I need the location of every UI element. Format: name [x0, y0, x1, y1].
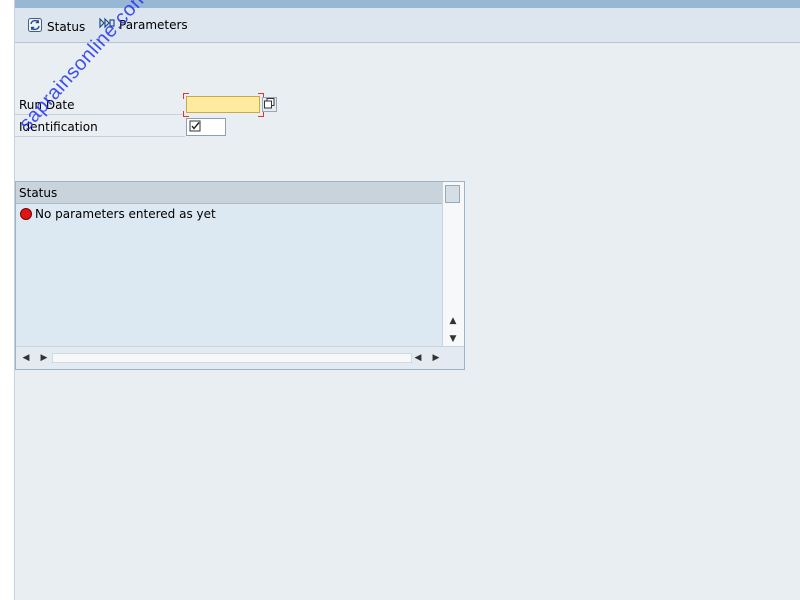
status-button-label: Status — [47, 19, 86, 34]
refresh-status-icon — [27, 17, 43, 36]
left-margin-strip — [0, 0, 15, 600]
red-status-icon — [20, 208, 32, 220]
scroll-up-arrow-icon[interactable]: ▲ — [447, 315, 459, 327]
value-help-icon — [264, 97, 275, 112]
status-panel: Status No parameters entered as yet ▲ ▼ … — [15, 181, 465, 370]
scroll-left-arrow-icon[interactable]: ◀ — [20, 351, 32, 365]
scroll-right-end-arrow-icon[interactable]: ▶ — [430, 351, 442, 365]
scroll-right-arrow-icon[interactable]: ▶ — [38, 351, 50, 365]
identification-label-underline — [15, 136, 185, 137]
status-message-row[interactable]: No parameters entered as yet — [20, 207, 216, 221]
scroll-down-arrow-icon[interactable]: ▼ — [447, 333, 459, 345]
vertical-scroll-thumb[interactable] — [445, 185, 460, 203]
status-column-header[interactable]: Status — [16, 182, 442, 204]
vertical-scrollbar[interactable]: ▲ ▼ — [442, 182, 464, 347]
status-button[interactable]: Status — [27, 17, 85, 36]
checkbox-icon — [189, 120, 201, 135]
status-header-label: Status — [19, 185, 58, 200]
scroll-left-end-arrow-icon[interactable]: ◀ — [412, 351, 424, 365]
horizontal-scrollbar[interactable]: ◀ ▶ ◀ ▶ — [16, 346, 464, 369]
value-help-button[interactable] — [262, 97, 277, 112]
horizontal-scroll-track[interactable] — [52, 353, 412, 363]
status-message-text: No parameters entered as yet — [35, 207, 216, 221]
run-date-input[interactable] — [186, 96, 260, 113]
identification-field[interactable] — [186, 118, 226, 136]
